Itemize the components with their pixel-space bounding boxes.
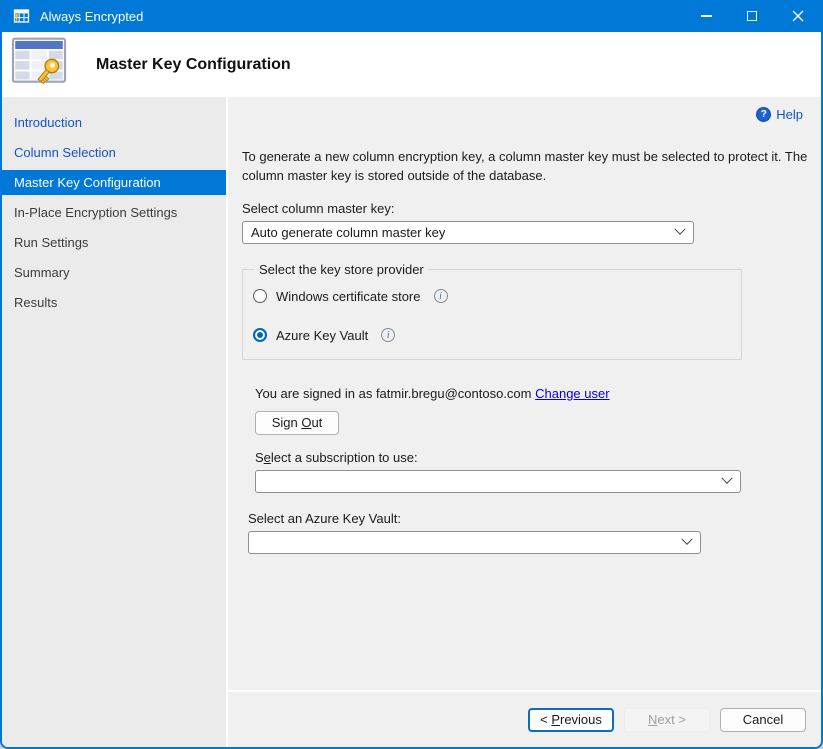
wizard-body: Introduction Column Selection Master Key… bbox=[2, 97, 821, 747]
key-store-provider-groupbox: Select the key store provider Windows ce… bbox=[242, 262, 742, 360]
change-user-link[interactable]: Change user bbox=[535, 386, 609, 401]
info-icon[interactable]: i bbox=[434, 289, 448, 303]
azure-key-vault-picker: Select an Azure Key Vault: bbox=[248, 511, 805, 554]
azure-key-vault-section: You are signed in as fatmir.bregu@contos… bbox=[255, 386, 805, 493]
master-key-dropdown-value: Auto generate column master key bbox=[251, 225, 445, 240]
akv-label: Select an Azure Key Vault: bbox=[248, 511, 805, 526]
sidebar-item-introduction[interactable]: Introduction bbox=[2, 110, 226, 135]
always-encrypted-window: Always Encrypted bbox=[0, 0, 823, 749]
minimize-icon bbox=[701, 15, 712, 16]
previous-button[interactable]: < Previous bbox=[528, 708, 614, 732]
signed-in-text: You are signed in as fatmir.bregu@contos… bbox=[255, 386, 532, 401]
close-icon bbox=[792, 10, 804, 22]
table-key-icon bbox=[10, 36, 68, 93]
radio-windows-certificate-store[interactable]: Windows certificate store i bbox=[253, 289, 731, 304]
sidebar-item-in-place-encryption[interactable]: In-Place Encryption Settings bbox=[2, 200, 226, 225]
radio-azure-key-vault[interactable]: Azure Key Vault i bbox=[253, 328, 731, 343]
always-encrypted-app-icon bbox=[12, 8, 30, 24]
next-button[interactable]: Next > bbox=[624, 708, 710, 732]
chevron-down-icon bbox=[681, 534, 692, 545]
radio-unselected-icon bbox=[253, 289, 267, 303]
sidebar-item-summary[interactable]: Summary bbox=[2, 260, 226, 285]
radio-azure-key-vault-label: Azure Key Vault bbox=[276, 328, 368, 343]
help-link-label: Help bbox=[776, 107, 803, 122]
info-icon[interactable]: i bbox=[381, 328, 395, 342]
description-text: To generate a new column encryption key,… bbox=[242, 148, 808, 186]
help-link[interactable]: ? Help bbox=[756, 107, 803, 122]
page-title: Master Key Configuration bbox=[96, 56, 291, 74]
window-controls bbox=[683, 0, 821, 32]
chevron-down-icon bbox=[721, 473, 732, 484]
key-store-provider-legend: Select the key store provider bbox=[255, 262, 428, 277]
sidebar-item-master-key-configuration[interactable]: Master Key Configuration bbox=[2, 170, 226, 195]
sidebar-item-run-settings[interactable]: Run Settings bbox=[2, 230, 226, 255]
subscription-dropdown[interactable] bbox=[255, 470, 741, 493]
titlebar[interactable]: Always Encrypted bbox=[2, 0, 821, 32]
maximize-icon bbox=[747, 11, 757, 21]
sidebar-item-results[interactable]: Results bbox=[2, 290, 226, 315]
signed-in-line: You are signed in as fatmir.bregu@contos… bbox=[255, 386, 805, 401]
radio-windows-certificate-store-label: Windows certificate store bbox=[276, 289, 421, 304]
help-row: ? Help bbox=[242, 105, 805, 122]
help-icon: ? bbox=[756, 107, 771, 122]
wizard-footer: < Previous Next > Cancel bbox=[228, 690, 821, 747]
master-key-label: Select column master key: bbox=[242, 201, 805, 216]
wizard-steps-sidebar: Introduction Column Selection Master Key… bbox=[2, 97, 228, 747]
cancel-button[interactable]: Cancel bbox=[720, 708, 806, 732]
akv-dropdown[interactable] bbox=[248, 531, 701, 554]
maximize-button[interactable] bbox=[729, 0, 775, 32]
minimize-button[interactable] bbox=[683, 0, 729, 32]
main-column: ? Help To generate a new column encrypti… bbox=[228, 97, 821, 747]
window-title: Always Encrypted bbox=[40, 9, 143, 24]
main-content: ? Help To generate a new column encrypti… bbox=[228, 97, 821, 690]
radio-selected-icon bbox=[253, 328, 267, 342]
subscription-label: Select a subscription to use: bbox=[255, 450, 805, 465]
sidebar-item-column-selection[interactable]: Column Selection bbox=[2, 140, 226, 165]
chevron-down-icon bbox=[674, 224, 685, 235]
close-button[interactable] bbox=[775, 0, 821, 32]
wizard-header: Master Key Configuration bbox=[2, 32, 821, 97]
master-key-dropdown[interactable]: Auto generate column master key bbox=[242, 221, 694, 244]
sign-out-button[interactable]: Sign Out bbox=[255, 411, 339, 435]
